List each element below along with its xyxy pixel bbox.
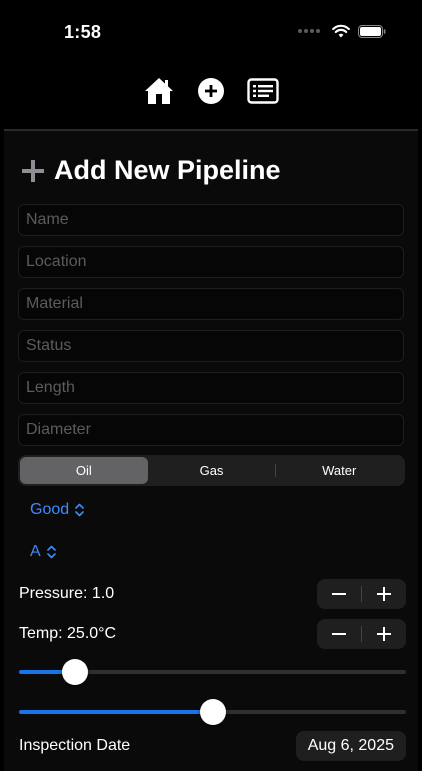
inspection-date-picker[interactable]: Aug 6, 2025 [295, 731, 406, 761]
page-title: Add New Pipeline [54, 155, 281, 185]
plus-icon [377, 627, 391, 641]
plus-icon [377, 587, 391, 601]
list-button[interactable] [247, 78, 279, 104]
grade-picker-value: A [30, 543, 41, 560]
slider-2[interactable] [19, 697, 406, 727]
top-nav [0, 68, 422, 114]
wifi-icon [332, 24, 350, 38]
diameter-input[interactable] [19, 415, 403, 445]
length-input[interactable] [19, 373, 403, 403]
battery-icon [358, 24, 386, 38]
name-field[interactable] [18, 204, 404, 236]
status-input[interactable] [19, 331, 403, 361]
pressure-row: Pressure: 1.0 [19, 579, 406, 609]
add-button[interactable] [197, 77, 225, 105]
name-input[interactable] [19, 205, 403, 235]
temp-decrement-button[interactable] [317, 619, 361, 649]
grade-picker[interactable]: A [30, 543, 56, 561]
pressure-label: Pressure: 1.0 [19, 585, 115, 602]
slider-2-thumb[interactable] [199, 699, 226, 725]
list-icon [247, 78, 279, 104]
inspection-date-row: Inspection Date Aug 6, 2025 [19, 731, 406, 761]
condition-picker[interactable]: Good [30, 501, 84, 519]
form-panel: Add New Pipeline Oil Gas Water Good A [4, 129, 418, 771]
inspection-date-label: Inspection Date [19, 737, 131, 754]
location-field[interactable] [18, 246, 404, 278]
status-icons [298, 24, 386, 38]
minus-icon [332, 633, 346, 635]
condition-picker-value: Good [30, 501, 70, 518]
pressure-increment-button[interactable] [362, 579, 406, 609]
pressure-decrement-button[interactable] [317, 579, 361, 609]
temp-row: Temp: 25.0°C [19, 619, 406, 649]
status-field[interactable] [18, 330, 404, 362]
length-field[interactable] [18, 372, 404, 404]
chevron-up-down-icon [46, 545, 56, 559]
temp-increment-button[interactable] [362, 619, 406, 649]
location-input[interactable] [19, 247, 403, 277]
cellular-icon [298, 29, 320, 33]
minus-icon [332, 593, 346, 595]
segment-water[interactable]: Water [275, 457, 403, 484]
chevron-up-down-icon [75, 503, 84, 517]
status-time: 1:58 [64, 22, 102, 42]
plus-circle-icon [198, 78, 224, 104]
segment-oil[interactable]: Oil [20, 457, 148, 484]
pressure-stepper [317, 579, 406, 609]
temp-stepper [317, 619, 406, 649]
form-header: Add New Pipeline [22, 155, 281, 186]
segment-gas[interactable]: Gas [148, 457, 276, 484]
house-icon [145, 78, 173, 104]
type-segmented-control: Oil Gas Water [18, 455, 405, 486]
plus-icon [22, 159, 44, 182]
material-input[interactable] [19, 289, 403, 319]
diameter-field[interactable] [18, 414, 404, 446]
status-bar: 1:58 [0, 0, 422, 60]
home-button[interactable] [143, 76, 175, 106]
temp-label: Temp: 25.0°C [19, 625, 117, 642]
slider-1[interactable] [19, 657, 406, 687]
material-field[interactable] [18, 288, 404, 320]
slider-1-thumb[interactable] [62, 659, 89, 685]
